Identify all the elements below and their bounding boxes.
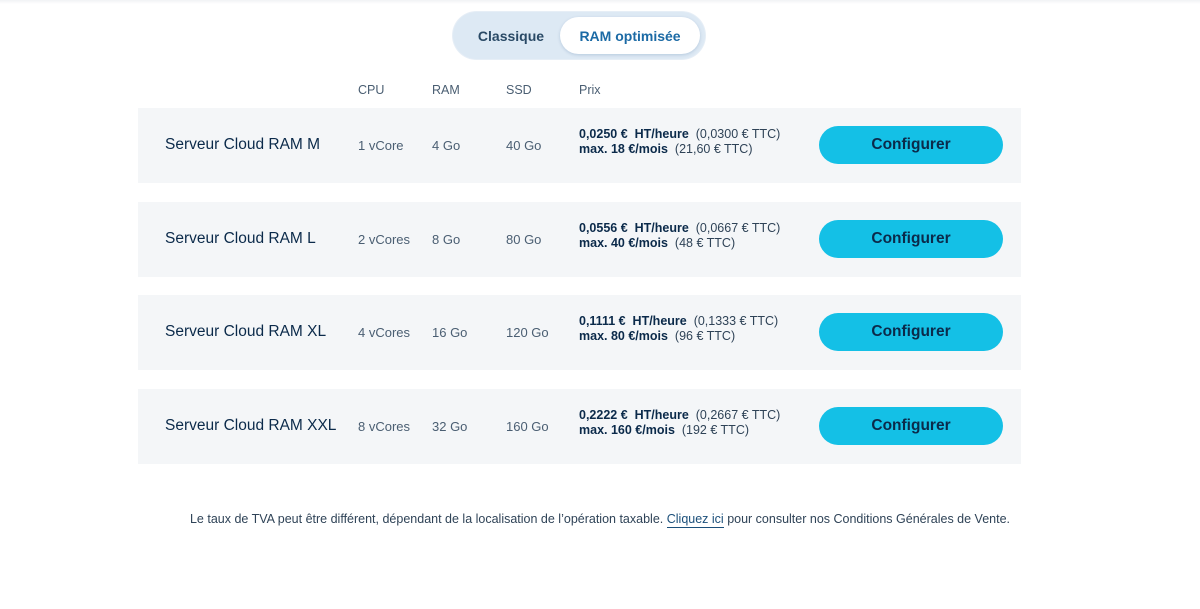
- cgv-link[interactable]: Cliquez ici: [666, 512, 724, 528]
- price-hour: 0,0556 €: [579, 221, 628, 235]
- cpu-value: 8 vCores: [358, 419, 411, 434]
- price-block: 0,1111 € HT/heure (0,1333 € TTC) max. 80…: [579, 314, 778, 344]
- price-hour-ttc: (0,0667 € TTC): [695, 221, 781, 235]
- ssd-value: 160 Go: [506, 419, 549, 434]
- cpu-value: 1 vCore: [358, 138, 404, 153]
- header-ram: RAM: [432, 83, 460, 97]
- table-row: Serveur Cloud RAM M 1 vCore 4 Go 40 Go 0…: [138, 108, 1021, 183]
- tab-classique[interactable]: Classique: [463, 17, 559, 54]
- price-block: 0,0556 € HT/heure (0,0667 € TTC) max. 40…: [579, 221, 780, 251]
- price-block: 0,2222 € HT/heure (0,2667 € TTC) max. 16…: [579, 408, 780, 438]
- table-row: Serveur Cloud RAM L 2 vCores 8 Go 80 Go …: [138, 202, 1021, 277]
- price-block: 0,0250 € HT/heure (0,0300 € TTC) max. 18…: [579, 127, 780, 157]
- ram-value: 16 Go: [432, 325, 468, 340]
- ssd-value: 80 Go: [506, 232, 542, 247]
- cpu-value: 4 vCores: [358, 325, 411, 340]
- configurer-button[interactable]: Configurer: [819, 220, 1003, 258]
- price-hour-ttc: (0,0300 € TTC): [695, 127, 781, 141]
- price-hour-unit: HT/heure: [634, 408, 689, 422]
- vat-footnote: Le taux de TVA peut être différent, dépe…: [0, 512, 1200, 528]
- table-row: Serveur Cloud RAM XXL 8 vCores 32 Go 160…: [138, 389, 1021, 464]
- ssd-value: 40 Go: [506, 138, 542, 153]
- top-divider: [0, 0, 1200, 4]
- footnote-text-after: pour consulter nos Conditions Générales …: [727, 512, 1011, 526]
- price-month: max. 80 €/mois: [579, 329, 668, 343]
- tab-ram-optimisee[interactable]: RAM optimisée: [560, 17, 700, 54]
- cpu-value: 2 vCores: [358, 232, 411, 247]
- price-month-ttc: (21,60 € TTC): [674, 142, 753, 156]
- price-hour-unit: HT/heure: [634, 221, 689, 235]
- price-hour: 0,1111 €: [579, 314, 626, 328]
- configurer-button[interactable]: Configurer: [819, 126, 1003, 164]
- price-hour-unit: HT/heure: [632, 314, 687, 328]
- footnote-text: Le taux de TVA peut être différent, dépe…: [189, 512, 664, 526]
- plan-type-toggle: Classique RAM optimisée: [453, 12, 705, 59]
- configurer-button[interactable]: Configurer: [819, 407, 1003, 445]
- price-month-ttc: (48 € TTC): [674, 236, 736, 250]
- ssd-value: 120 Go: [506, 325, 549, 340]
- price-month-ttc: (96 € TTC): [674, 329, 736, 343]
- price-month: max. 40 €/mois: [579, 236, 668, 250]
- server-name: Serveur Cloud RAM XXL: [165, 417, 337, 434]
- ram-value: 4 Go: [432, 138, 461, 153]
- price-month: max. 18 €/mois: [579, 142, 668, 156]
- price-hour: 0,2222 €: [579, 408, 628, 422]
- configurer-button[interactable]: Configurer: [819, 313, 1003, 351]
- server-name: Serveur Cloud RAM L: [165, 230, 316, 247]
- table-row: Serveur Cloud RAM XL 4 vCores 16 Go 120 …: [138, 295, 1021, 370]
- server-name: Serveur Cloud RAM XL: [165, 323, 327, 340]
- server-name: Serveur Cloud RAM M: [165, 136, 321, 153]
- price-month: max. 160 €/mois: [579, 423, 675, 437]
- header-cpu: CPU: [358, 83, 385, 97]
- table-header: CPU RAM SSD Prix: [0, 83, 1200, 99]
- price-month-ttc: (192 € TTC): [681, 423, 750, 437]
- price-hour-unit: HT/heure: [634, 127, 689, 141]
- ram-value: 8 Go: [432, 232, 461, 247]
- ram-value: 32 Go: [432, 419, 468, 434]
- price-hour-ttc: (0,2667 € TTC): [695, 408, 781, 422]
- header-prix: Prix: [579, 83, 601, 97]
- price-hour-ttc: (0,1333 € TTC): [693, 314, 779, 328]
- price-hour: 0,0250 €: [579, 127, 628, 141]
- header-ssd: SSD: [506, 83, 532, 97]
